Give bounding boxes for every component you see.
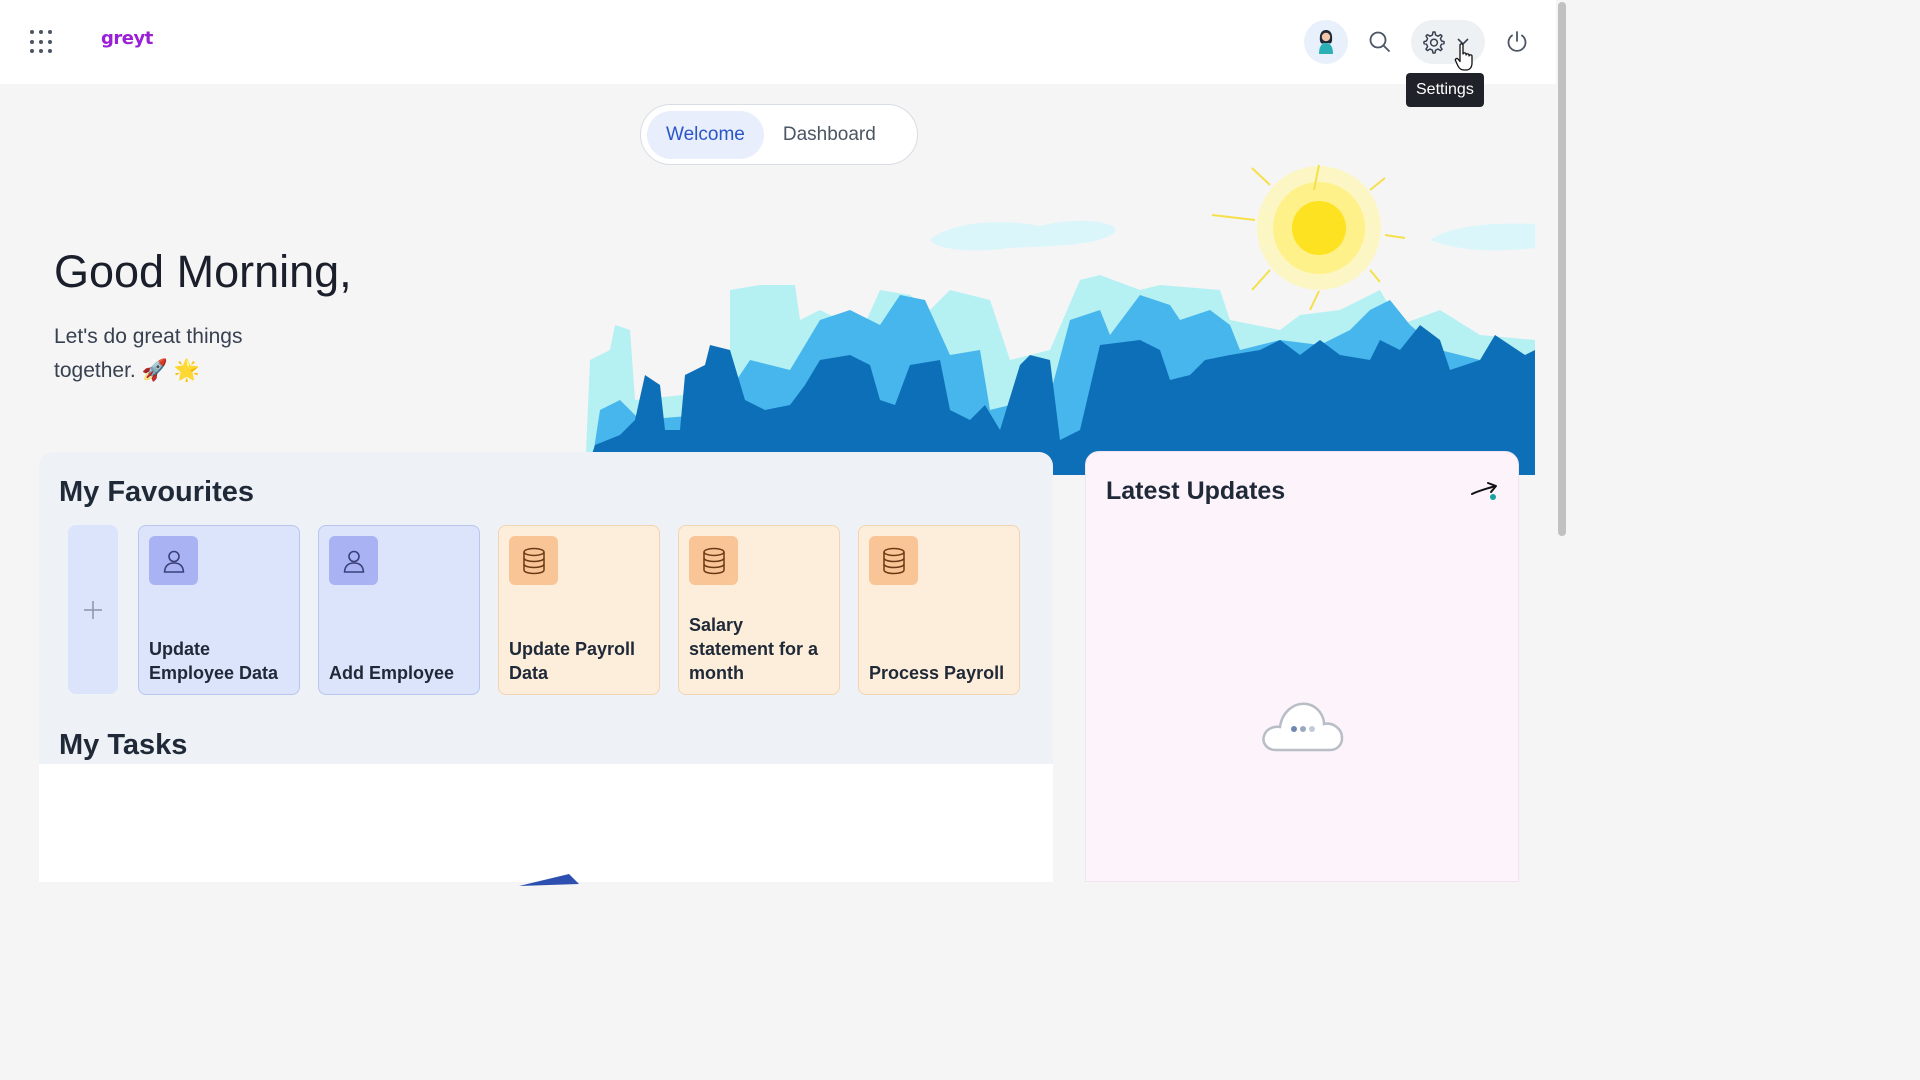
person-icon (149, 536, 198, 585)
avatar-icon (1319, 30, 1333, 54)
favourite-label: Update Employee Data (149, 639, 279, 683)
gear-icon (1423, 31, 1445, 54)
database-icon (869, 536, 918, 585)
arrow-right-icon[interactable] (1470, 480, 1500, 502)
tasks-title: My Tasks (59, 729, 188, 761)
cloud-loading-icon (1262, 702, 1344, 752)
favourite-label: Add Employee (329, 663, 455, 683)
apps-grid-icon[interactable] (30, 30, 54, 54)
add-favourite-button[interactable] (68, 525, 118, 694)
tasks-illustration (519, 874, 579, 886)
page-scrollbar-thumb[interactable] (1558, 2, 1566, 536)
greeting-title: Good Morning, (54, 246, 352, 297)
plus-icon (84, 600, 102, 619)
favourite-label: Process Payroll (869, 663, 1005, 683)
favourite-label: Update Payroll Data (509, 639, 636, 683)
top-bar: greyt (0, 0, 1556, 84)
greeting-subtitle: Let's do great things together. 🚀 🌟 (54, 325, 243, 382)
favourite-add-employee[interactable]: Add Employee (318, 525, 480, 695)
favourite-update-employee-data[interactable]: Update Employee Data (138, 525, 300, 695)
tab-welcome[interactable]: Welcome (647, 110, 764, 159)
sun-icon (1211, 164, 1406, 311)
latest-updates-panel: Latest Updates (1085, 451, 1519, 882)
view-tabs: Welcome Dashboard (640, 104, 918, 165)
user-avatar[interactable] (1304, 20, 1348, 64)
database-icon (689, 536, 738, 585)
tab-dashboard[interactable]: Dashboard (764, 111, 895, 159)
favourite-salary-statement[interactable]: Salary statement for a month (678, 525, 840, 695)
power-icon (1507, 31, 1527, 52)
favourite-update-payroll-data[interactable]: Update Payroll Data (498, 525, 660, 695)
search-icon (1369, 31, 1390, 52)
greythr-logo[interactable]: greyt (101, 28, 153, 49)
favourite-process-payroll[interactable]: Process Payroll (858, 525, 1020, 695)
city-skyline-illustration (585, 164, 1535, 475)
favourite-label: Salary statement for a month (689, 615, 819, 683)
search-button[interactable] (1358, 20, 1402, 64)
tasks-panel (39, 764, 1053, 886)
hand-cursor-icon (1454, 43, 1473, 71)
favourites-title: My Favourites (59, 476, 254, 508)
database-icon (509, 536, 558, 585)
logout-button[interactable] (1495, 20, 1539, 64)
latest-updates-title: Latest Updates (1106, 477, 1286, 505)
settings-tooltip: Settings (1406, 73, 1484, 107)
person-icon (329, 536, 378, 585)
